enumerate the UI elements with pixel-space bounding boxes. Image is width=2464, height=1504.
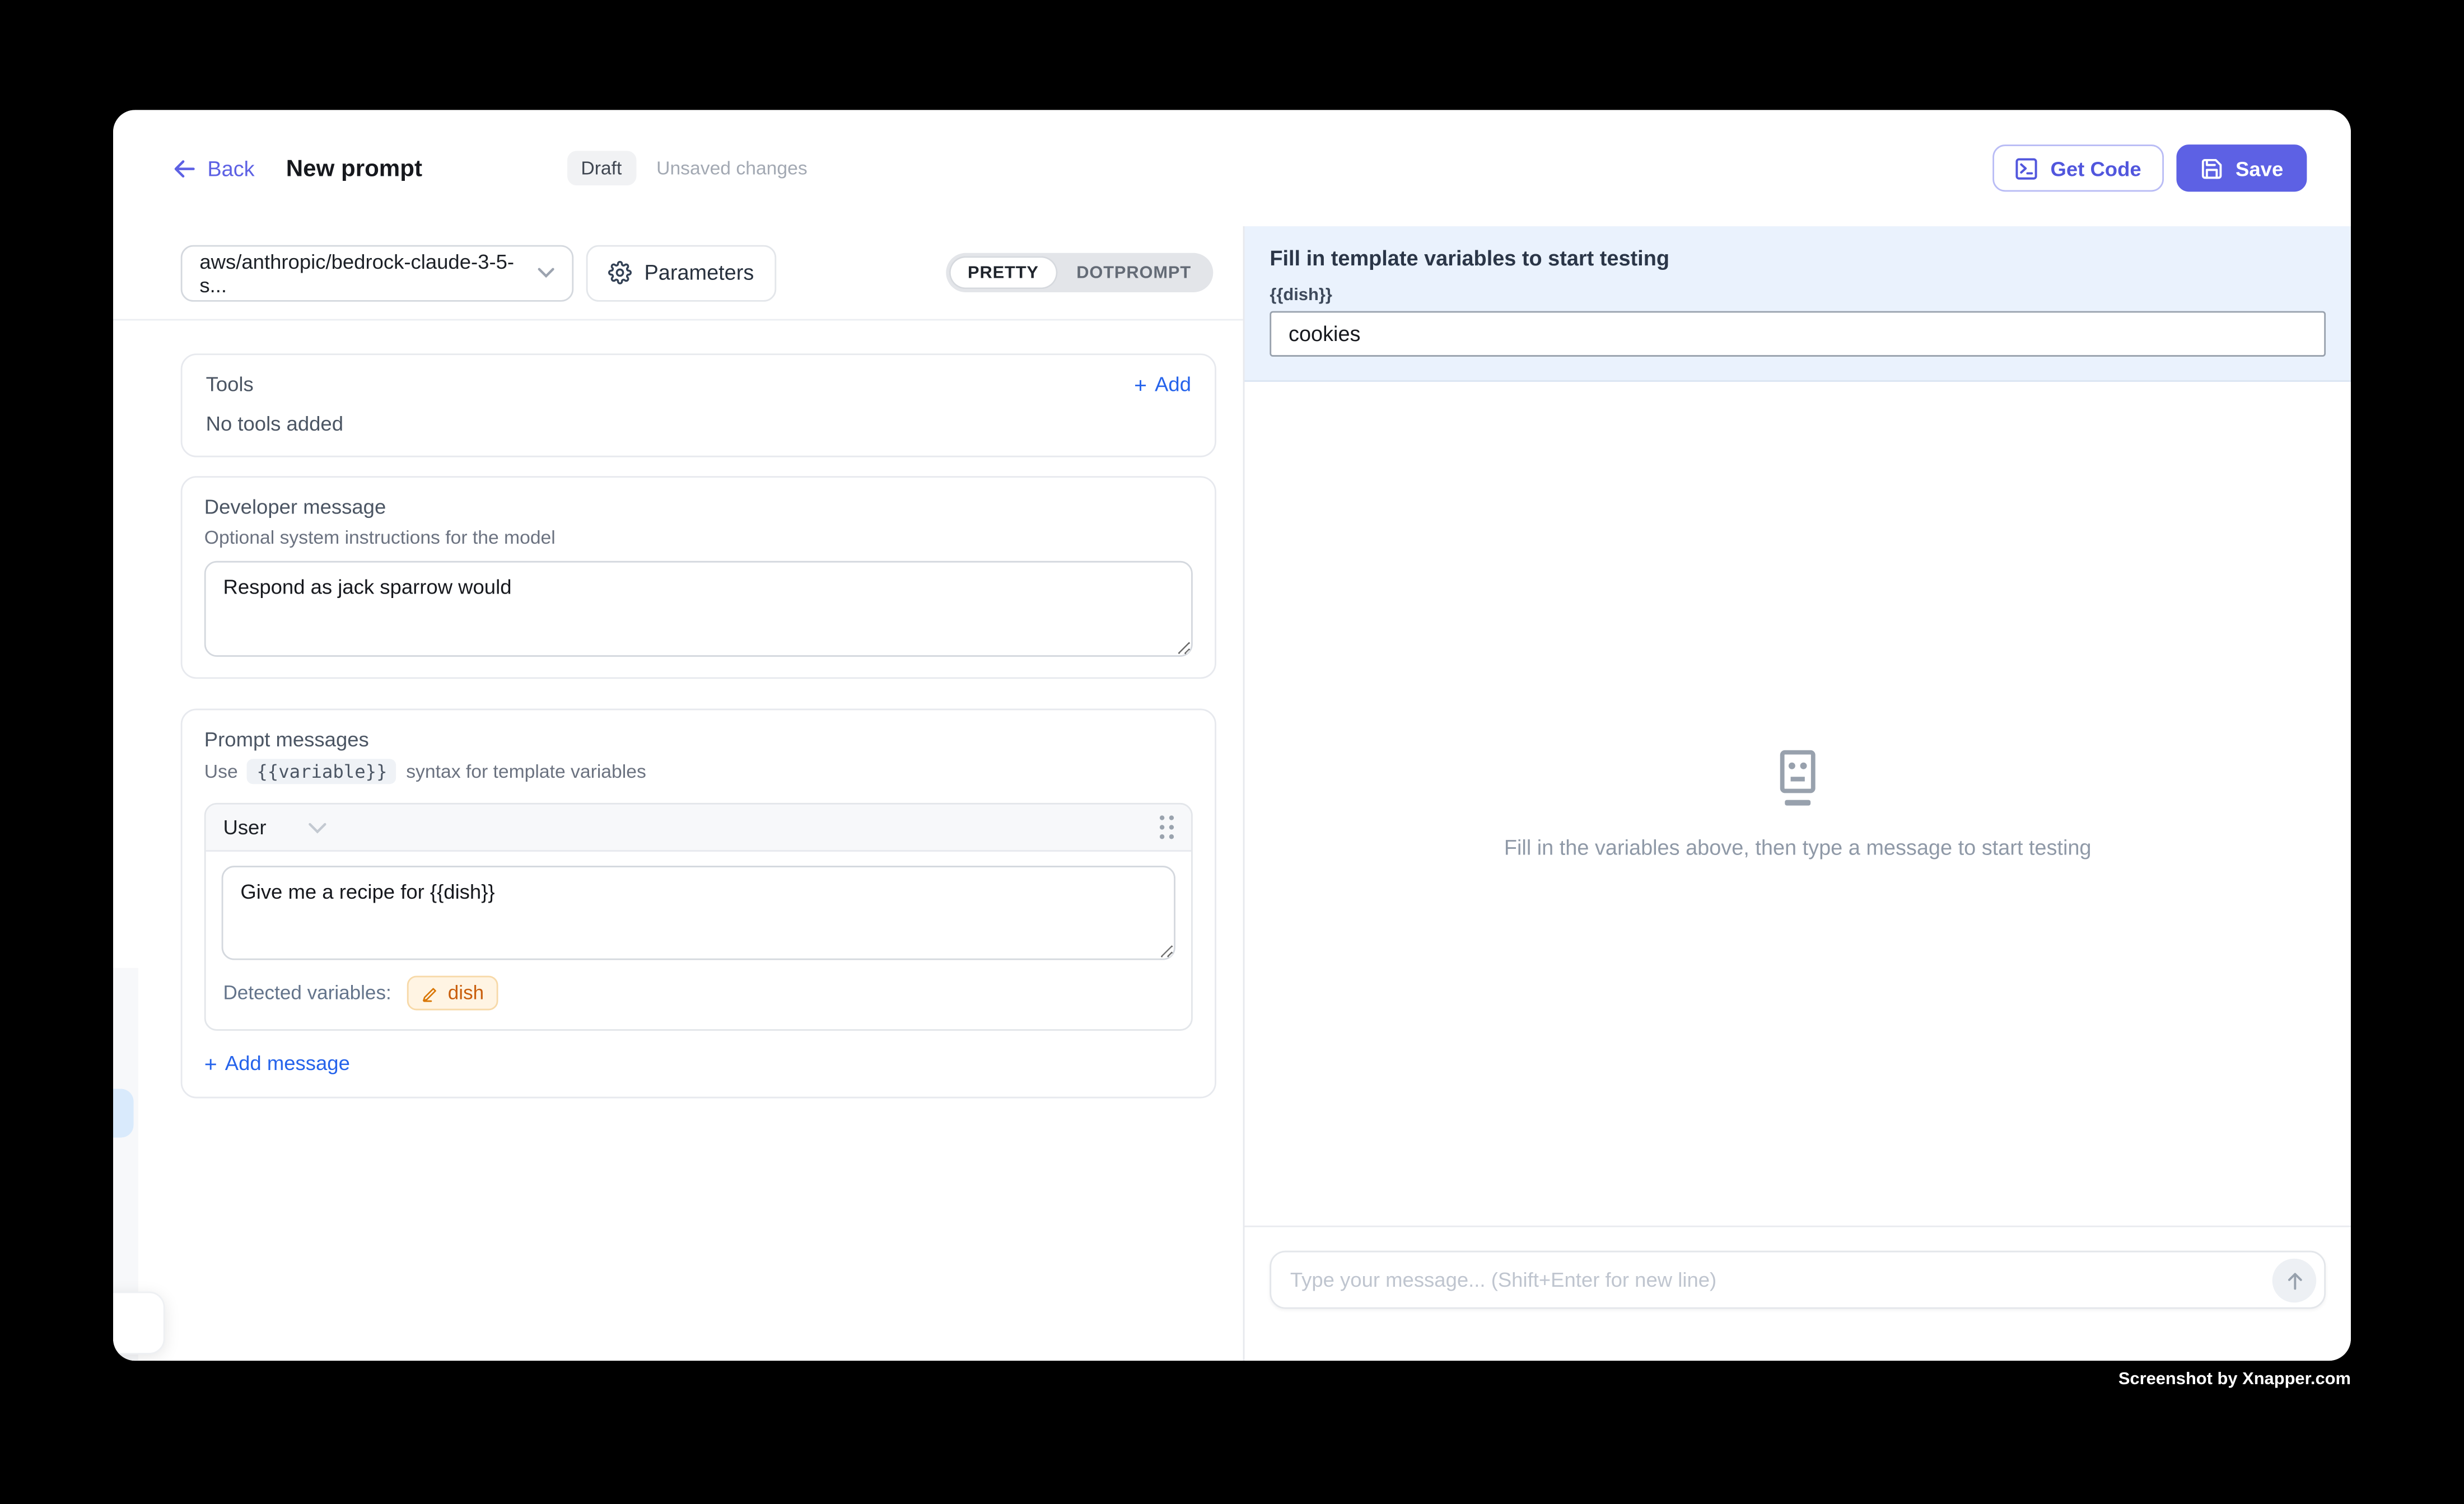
- gear-icon: [608, 261, 632, 284]
- parameters-label: Parameters: [645, 261, 754, 284]
- status-badge: Draft: [567, 151, 636, 185]
- detected-variables-row: Detected variables:: [222, 960, 1175, 1029]
- variable-name-label: {{dish}}: [1270, 286, 2326, 305]
- save-label: Save: [2236, 156, 2283, 180]
- main-split: aws/anthropic/bedrock-claude-3-5-s...: [113, 226, 2351, 1361]
- chevron-down-icon: [538, 267, 555, 278]
- tools-empty-text: No tools added: [206, 412, 1191, 435]
- parameters-button[interactable]: Parameters: [586, 244, 776, 301]
- robot-face-icon: [1770, 749, 1826, 809]
- prompt-messages-card: Prompt messages Use {{variable}} syntax …: [181, 709, 1216, 1099]
- up-arrow-icon: [2284, 1271, 2304, 1291]
- drag-handle-icon[interactable]: [1160, 815, 1174, 839]
- model-selector-value: aws/anthropic/bedrock-claude-3-5-s...: [199, 249, 537, 296]
- save-icon: [2200, 156, 2223, 180]
- view-mode-toggle: PRETTY DOTPROMPT: [946, 253, 1214, 292]
- unsaved-changes-text: Unsaved changes: [656, 157, 808, 179]
- message-composer: [1270, 1251, 2326, 1309]
- back-arrow-icon: [173, 156, 197, 180]
- role-label: User: [223, 815, 266, 839]
- developer-message-subtitle: Optional system instructions for the mod…: [204, 526, 1193, 548]
- variable-chip-label: dish: [448, 982, 484, 1004]
- variable-chip-dish[interactable]: dish: [407, 976, 498, 1011]
- terminal-icon: [2014, 156, 2038, 180]
- message-header: User: [206, 805, 1191, 852]
- variable-value-input[interactable]: [1270, 311, 2326, 357]
- add-tool-label: Add: [1155, 372, 1191, 396]
- chat-composer-footer: [1244, 1226, 2351, 1361]
- plus-icon: +: [204, 1052, 217, 1074]
- tools-card: Tools + Add No tools added: [181, 353, 1216, 457]
- detected-variables-label: Detected variables:: [223, 982, 391, 1004]
- add-message-label: Add message: [225, 1051, 350, 1075]
- toggle-dotprompt[interactable]: DOTPROMPT: [1058, 256, 1210, 289]
- prompt-tester-pane: Fill in template variables to start test…: [1244, 226, 2351, 1361]
- pencil-icon: [421, 984, 440, 1003]
- watermark-text: Screenshot by Xnapper.com: [2118, 1370, 2351, 1389]
- add-tool-button[interactable]: + Add: [1134, 372, 1191, 396]
- subtitle-suffix: syntax for template variables: [406, 760, 646, 782]
- role-selector[interactable]: User: [223, 815, 327, 839]
- prompt-editor-pane: aws/anthropic/bedrock-claude-3-5-s...: [113, 226, 1244, 1361]
- left-edge-highlight: [113, 1089, 133, 1138]
- toggle-pretty[interactable]: PRETTY: [949, 256, 1057, 289]
- variables-panel-title: Fill in template variables to start test…: [1270, 247, 2326, 270]
- message-body: Give me a recipe for {{dish}} Detected v…: [206, 852, 1191, 1029]
- get-code-label: Get Code: [2051, 156, 2141, 180]
- prompt-messages-subtitle: Use {{variable}} syntax for template var…: [204, 759, 1193, 784]
- back-button[interactable]: Back: [173, 156, 255, 180]
- template-variables-panel: Fill in template variables to start test…: [1244, 226, 2351, 382]
- prompt-messages-title: Prompt messages: [204, 727, 1193, 751]
- editor-scroll-area: Tools + Add No tools added Developer mes…: [113, 320, 1243, 1098]
- add-message-button[interactable]: + Add message: [204, 1051, 1193, 1075]
- plus-icon: +: [1134, 373, 1147, 395]
- model-toolbar: aws/anthropic/bedrock-claude-3-5-s...: [113, 226, 1243, 320]
- get-code-button[interactable]: Get Code: [1992, 144, 2163, 191]
- empty-state-text: Fill in the variables above, then type a…: [1504, 835, 2092, 858]
- developer-message-card: Developer message Optional system instru…: [181, 476, 1216, 679]
- app-header: Back New prompt Draft Unsaved changes: [113, 110, 2351, 226]
- subtitle-prefix: Use: [204, 760, 238, 782]
- developer-message-title: Developer message: [204, 495, 1193, 519]
- developer-message-input[interactable]: Respond as jack sparrow would: [204, 561, 1193, 657]
- back-label: Back: [207, 156, 254, 180]
- chat-empty-state: Fill in the variables above, then type a…: [1244, 382, 2351, 1226]
- message-content-input[interactable]: Give me a recipe for {{dish}}: [222, 866, 1175, 960]
- variable-syntax-chip: {{variable}}: [248, 759, 397, 784]
- chevron-down-icon: [309, 821, 328, 833]
- send-button[interactable]: [2272, 1259, 2317, 1303]
- left-edge-card: [113, 1292, 165, 1354]
- message-block: User: [204, 803, 1193, 1031]
- tools-title: Tools: [206, 372, 254, 396]
- save-button[interactable]: Save: [2176, 144, 2307, 191]
- header-actions: Get Code Save: [1992, 144, 2307, 191]
- page-title: New prompt: [286, 155, 422, 181]
- app-window: Back New prompt Draft Unsaved changes: [113, 110, 2351, 1361]
- model-selector[interactable]: aws/anthropic/bedrock-claude-3-5-s...: [181, 244, 574, 301]
- screenshot-stage: Back New prompt Draft Unsaved changes: [0, 0, 2464, 1504]
- chat-message-input[interactable]: [1290, 1268, 2255, 1292]
